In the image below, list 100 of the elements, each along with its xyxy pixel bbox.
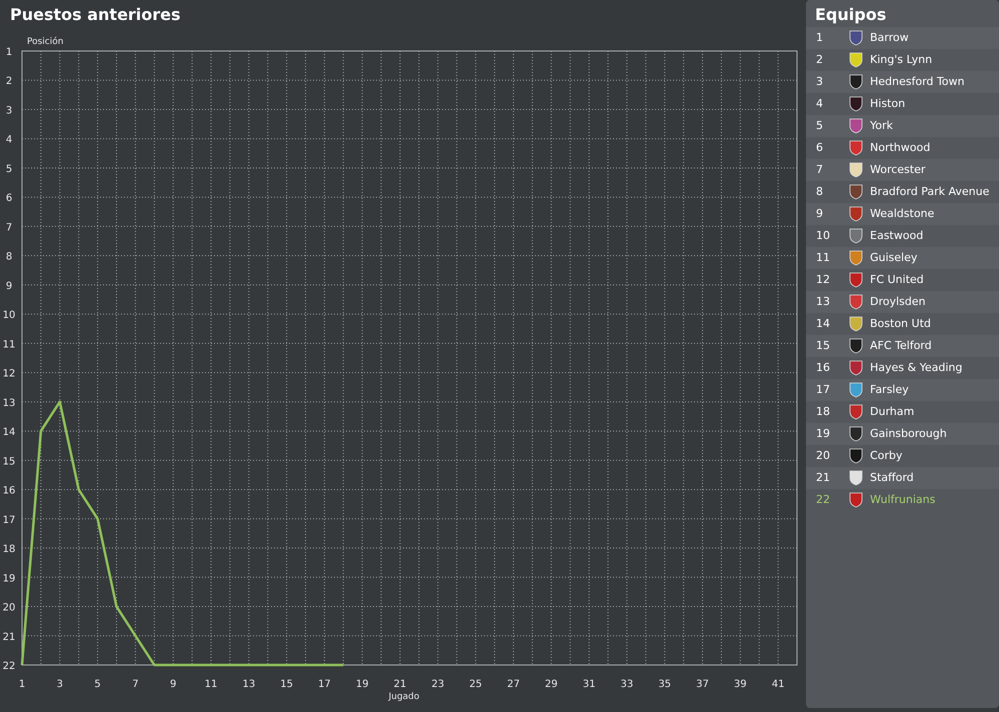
y-tick-label: 1	[6, 47, 12, 58]
team-name: Barrow	[870, 30, 909, 46]
x-tick-label: 29	[544, 679, 558, 690]
x-tick-label: 41	[772, 679, 784, 690]
team-name: Stafford	[870, 470, 914, 486]
team-name: Northwood	[870, 140, 930, 156]
team-position: 11	[815, 250, 831, 266]
y-tick-label: 15	[2, 456, 16, 468]
team-name: Guiseley	[870, 250, 918, 266]
team-row[interactable]: 1 Barrow	[806, 27, 999, 49]
y-tick-label: 18	[2, 544, 16, 556]
y-tick-label: 4	[6, 134, 12, 146]
team-name: Durham	[870, 404, 914, 420]
team-name: King's Lynn	[870, 52, 932, 68]
y-tick-label: 2	[6, 76, 12, 88]
y-tick-label: 22	[2, 661, 16, 672]
team-name: Droylsden	[870, 294, 926, 310]
team-position: 8	[815, 184, 824, 200]
y-tick-label: 9	[6, 280, 12, 292]
x-tick-label: 37	[696, 679, 709, 690]
team-name: Hednesford Town	[870, 74, 964, 90]
team-position: 15	[815, 338, 831, 354]
team-name: Gainsborough	[870, 426, 947, 442]
team-row[interactable]: 5 York	[806, 115, 999, 137]
team-position: 10	[815, 228, 831, 244]
y-tick-label: 8	[6, 252, 12, 263]
y-axis-label: Posición	[27, 37, 64, 47]
team-name: Wealdstone	[870, 206, 934, 222]
y-tick-label: 17	[2, 514, 16, 526]
team-name: York	[870, 118, 893, 134]
team-name: Histon	[870, 96, 906, 112]
team-position: 14	[815, 316, 831, 332]
team-name: Farsley	[870, 382, 909, 398]
x-tick-label: 11	[204, 679, 218, 690]
y-tick-label: 16	[2, 486, 16, 497]
x-tick-label: 15	[280, 679, 293, 690]
team-position: 17	[815, 382, 831, 398]
x-tick-label: 33	[620, 679, 634, 690]
x-tick-label: 25	[469, 679, 482, 690]
x-tick-label: 23	[431, 679, 444, 690]
team-position: 16	[815, 360, 831, 376]
team-name: Boston Utd	[870, 316, 931, 332]
team-name: FC United	[870, 272, 924, 288]
y-tick-label: 20	[2, 602, 16, 614]
y-tick-label: 19	[2, 573, 16, 584]
team-position: 7	[815, 162, 824, 178]
team-row[interactable]: 19 Gainsborough	[806, 423, 999, 445]
team-row[interactable]: 9 Wealdstone	[806, 203, 999, 225]
x-tick-label: 27	[507, 679, 520, 690]
x-tick-label: 9	[170, 679, 176, 690]
y-tick-label: 10	[2, 310, 16, 322]
y-tick-label: 12	[2, 368, 16, 380]
x-tick-label: 5	[94, 679, 101, 690]
x-tick-label: 35	[658, 679, 672, 690]
y-tick-label: 5	[6, 164, 12, 175]
y-tick-label: 6	[6, 193, 12, 204]
team-position: 13	[815, 294, 831, 310]
page-title: Puestos anteriores	[9, 4, 182, 26]
y-tick-label: 21	[2, 632, 16, 643]
y-tick-label: 7	[6, 222, 12, 234]
team-name: Bradford Park Avenue	[870, 184, 990, 200]
team-position: 2	[815, 52, 824, 68]
team-position: 1	[815, 30, 824, 46]
x-tick-label: 13	[242, 679, 256, 690]
team-row[interactable]: 13 Droylsden	[806, 291, 999, 313]
team-row[interactable]: 3 Hednesford Town	[806, 71, 999, 93]
team-name: Wulfrunians	[870, 492, 936, 508]
team-position: 12	[815, 272, 831, 288]
team-position: 18	[815, 404, 831, 420]
team-position: 3	[815, 74, 824, 90]
y-tick-label: 13	[2, 398, 16, 409]
team-position: 20	[815, 448, 831, 464]
team-row[interactable]: 7 Worcester	[806, 159, 999, 181]
x-tick-label: 21	[394, 679, 406, 690]
x-tick-label: 17	[318, 679, 331, 690]
team-name: AFC Telford	[870, 338, 932, 354]
panel-title: Equipos	[814, 4, 888, 26]
x-tick-label: 7	[132, 679, 139, 690]
team-position: 6	[815, 140, 824, 156]
x-tick-label: 1	[18, 679, 26, 690]
team-row[interactable]: 15 AFC Telford	[806, 335, 999, 357]
team-position: 9	[815, 206, 824, 222]
team-name: Worcester	[870, 162, 926, 178]
team-row[interactable]: 17 Farsley	[806, 379, 999, 401]
x-tick-label: 31	[582, 679, 596, 690]
y-tick-label: 14	[2, 427, 16, 438]
team-position: 5	[815, 118, 824, 134]
team-position: 19	[815, 426, 831, 442]
x-axis-label: Jugado	[388, 692, 420, 702]
team-position: 21	[815, 470, 831, 486]
team-position: 4	[815, 96, 824, 112]
x-tick-label: 39	[734, 679, 747, 690]
team-name: Corby	[870, 448, 902, 464]
y-tick-label: 3	[6, 105, 12, 116]
team-row[interactable]: 11 Guiseley	[806, 247, 999, 269]
x-tick-label: 19	[356, 679, 369, 690]
x-tick-label: 3	[56, 679, 63, 690]
team-row[interactable]: 21 Stafford	[806, 467, 999, 489]
y-tick-label: 11	[2, 339, 16, 350]
team-name: Hayes & Yeading	[870, 360, 962, 376]
